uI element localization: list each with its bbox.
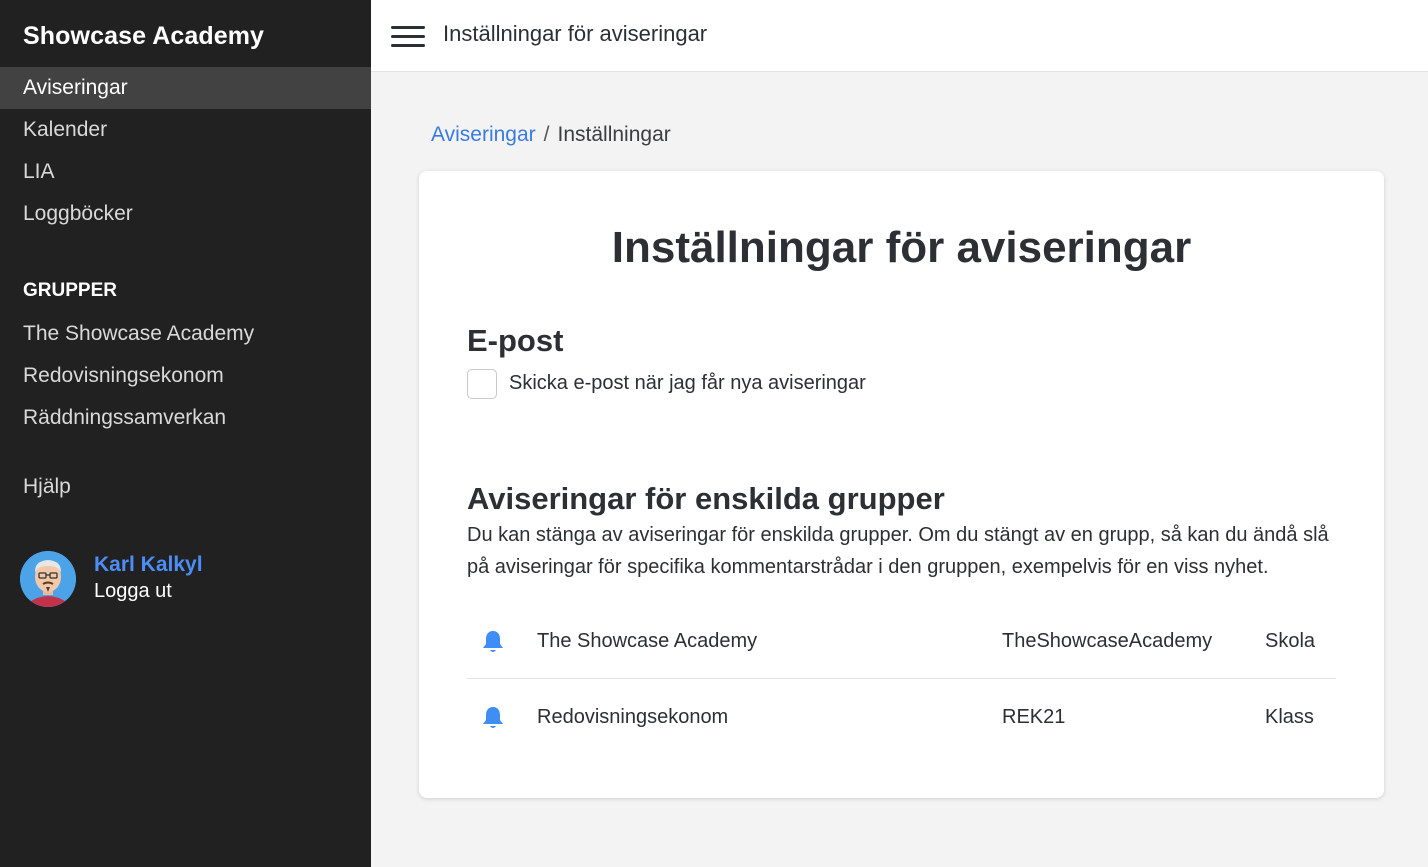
group-slug: TheShowcaseAcademy	[1002, 630, 1213, 652]
sidebar-item-loggbocker[interactable]: Loggböcker	[0, 193, 371, 235]
bell-icon[interactable]	[481, 629, 505, 655]
sidebar-item-redovisningsekonom[interactable]: Redovisningsekonom	[0, 355, 371, 397]
group-row: The Showcase Academy TheShowcaseAcademy …	[467, 603, 1336, 679]
group-name: Redovisningsekonom	[537, 706, 729, 728]
groups-heading: GRUPPER	[23, 280, 117, 301]
sidebar-item-the-showcase-academy[interactable]: The Showcase Academy	[0, 313, 371, 355]
group-name: The Showcase Academy	[537, 630, 758, 652]
sidebar-item-aviseringar[interactable]: Aviseringar	[0, 67, 371, 109]
breadcrumb-current: Inställningar	[557, 123, 671, 146]
sidebar-item-raddningssamverkan[interactable]: Räddningssamverkan	[0, 397, 371, 439]
brand-title[interactable]: Showcase Academy	[23, 22, 264, 51]
sidebar: Showcase Academy Aviseringar Kalender LI…	[0, 0, 371, 867]
groups-description: Du kan stänga av aviseringar för enskild…	[467, 524, 1329, 578]
groups-section-heading: Aviseringar för enskilda grupper	[467, 481, 945, 516]
top-bar: Inställningar för aviseringar	[371, 0, 1428, 72]
sidebar-item-kalender[interactable]: Kalender	[0, 109, 371, 151]
hamburger-menu-icon[interactable]	[391, 24, 425, 48]
sidebar-item-help[interactable]: Hjälp	[0, 466, 371, 508]
user-name-link[interactable]: Karl Kalkyl	[94, 553, 203, 577]
breadcrumb-link-aviseringar[interactable]: Aviseringar	[431, 123, 536, 146]
sidebar-item-lia[interactable]: LIA	[0, 151, 371, 193]
page-header-title: Inställningar för aviseringar	[443, 21, 708, 46]
page-title: Inställningar för aviseringar	[611, 223, 1192, 272]
email-heading: E-post	[467, 323, 564, 358]
email-notification-checkbox[interactable]	[467, 369, 497, 399]
breadcrumb: Aviseringar / Inställningar	[431, 123, 671, 147]
breadcrumb-separator: /	[543, 123, 550, 146]
avatar[interactable]	[20, 551, 76, 607]
group-slug: REK21	[1002, 706, 1066, 728]
logout-link[interactable]: Logga ut	[94, 580, 172, 603]
group-row: Redovisningsekonom REK21 Klass	[467, 679, 1336, 755]
bell-icon[interactable]	[481, 705, 505, 731]
avatar-illustration	[20, 551, 76, 607]
group-type: Skola	[1265, 630, 1316, 652]
settings-card: Inställningar för aviseringar E-post Ski…	[419, 171, 1384, 798]
email-notification-label[interactable]: Skicka e-post när jag får nya aviseringa…	[509, 372, 866, 395]
group-type: Klass	[1265, 706, 1314, 728]
